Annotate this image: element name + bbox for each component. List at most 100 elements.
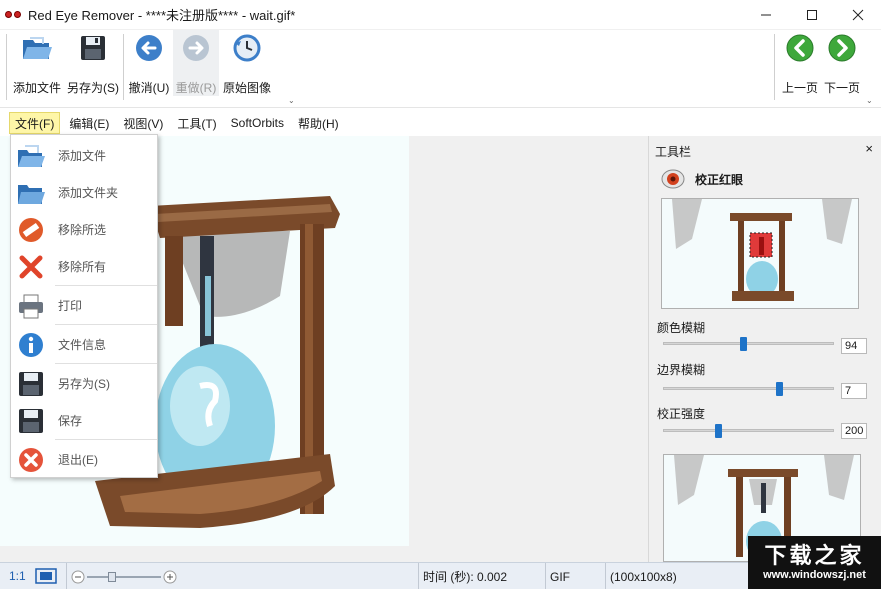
- menu-remove-selected-label: 移除所选: [58, 223, 107, 237]
- original-image-button[interactable]: 原始图像: [221, 30, 273, 96]
- redo-button[interactable]: 重做(R): [173, 30, 219, 96]
- zoom-control: [66, 563, 186, 589]
- menu-exit-label: 退出(E): [58, 453, 98, 467]
- arrow-left-icon: [784, 32, 816, 63]
- toolbar-grip-right[interactable]: ⌄: [866, 96, 873, 105]
- add-file-label: 添加文件: [12, 81, 61, 95]
- redo-icon: [180, 32, 212, 63]
- menu-remove-selected[interactable]: 移除所选: [11, 211, 157, 248]
- actual-size-button[interactable]: 1:1: [9, 569, 26, 583]
- tool-panel: 工具栏 × 校正红眼 颜色模糊 94 边界模糊 7 校正强度 200: [648, 136, 881, 562]
- zoom-slider[interactable]: [85, 570, 163, 584]
- menu-separator: [55, 285, 157, 286]
- save-as-label: 另存为(S): [67, 81, 119, 95]
- menu-edit[interactable]: 编辑(E): [64, 112, 114, 134]
- edge-blur-value[interactable]: 7: [841, 383, 867, 399]
- menu-separator: [55, 363, 157, 364]
- remove-selected-icon: [16, 215, 46, 245]
- next-page-label: 下一页: [823, 81, 860, 95]
- window-title: Red Eye Remover - ****未注册版**** - wait.gi…: [28, 8, 296, 23]
- save-as-icon: [16, 369, 46, 399]
- menu-add-folder[interactable]: 添加文件夹: [11, 174, 157, 211]
- menu-remove-all[interactable]: 移除所有: [11, 248, 157, 285]
- maximize-icon: [807, 10, 817, 20]
- close-button[interactable]: [835, 0, 881, 30]
- toolbar-grip[interactable]: ⌄: [288, 96, 295, 105]
- undo-icon: [133, 32, 165, 63]
- zoom-in-icon[interactable]: [163, 570, 177, 584]
- original-image-label: 原始图像: [222, 81, 271, 95]
- minimize-icon: [761, 14, 771, 16]
- menu-view[interactable]: 视图(V): [118, 112, 168, 134]
- app-eye-icon: [0, 0, 26, 30]
- prev-page-button[interactable]: 上一页: [779, 30, 821, 96]
- history-clock-icon: [231, 32, 263, 63]
- next-page-button[interactable]: 下一页: [821, 30, 863, 96]
- menu-file-info-label: 文件信息: [58, 338, 107, 352]
- color-blur-value[interactable]: 94: [841, 338, 867, 354]
- process-time: 时间 (秒): 0.002: [418, 563, 545, 589]
- menu-print[interactable]: 打印: [11, 287, 157, 324]
- preview-thumbnail: [661, 198, 859, 309]
- file-dropdown-menu: 添加文件 添加文件夹 移除所选 移除所有 打印 文件信息 另存为(S) 保存 退…: [10, 134, 158, 478]
- minimize-button[interactable]: [743, 0, 789, 30]
- menu-save[interactable]: 保存: [11, 402, 157, 439]
- menu-add-file[interactable]: 添加文件: [11, 137, 157, 174]
- menu-add-folder-label: 添加文件夹: [58, 186, 119, 200]
- info-icon: [16, 330, 46, 360]
- menu-file[interactable]: 文件(F): [9, 112, 61, 134]
- toolbar: 添加文件 另存为(S) 撤消(U) 重做(R) 原始图像 ⌄ 上一页 下一页 ⌄: [0, 30, 881, 108]
- menu-save-label: 保存: [58, 414, 83, 428]
- edge-blur-label: 边界模糊: [657, 363, 706, 377]
- zoom-slider-thumb[interactable]: [108, 571, 116, 582]
- save-icon: [16, 406, 46, 436]
- edge-blur-thumb[interactable]: [776, 382, 784, 396]
- remove-all-icon: [16, 252, 46, 282]
- watermark-url: www.windowszj.net: [763, 568, 866, 581]
- exit-icon: [16, 445, 46, 475]
- folder-icon: [16, 178, 46, 208]
- menu-save-as-label: 另存为(S): [58, 377, 110, 391]
- menu-help[interactable]: 帮助(H): [293, 112, 344, 134]
- correction-strength-thumb[interactable]: [714, 424, 722, 438]
- edge-blur-slider[interactable]: [663, 387, 834, 390]
- fit-window-icon: [35, 568, 57, 584]
- correction-strength-value[interactable]: 200: [841, 423, 867, 439]
- image-dimensions: (100x100x8): [605, 563, 745, 589]
- correction-strength-slider[interactable]: [663, 429, 834, 432]
- add-file-button[interactable]: 添加文件: [12, 30, 62, 96]
- color-blur-label: 颜色模糊: [657, 321, 706, 335]
- red-eye-icon: [661, 169, 685, 189]
- panel-title: 工具栏: [655, 145, 692, 159]
- site-watermark: 下载之家 www.windowszj.net: [748, 536, 881, 589]
- color-blur-thumb[interactable]: [740, 337, 748, 351]
- menu-add-file-label: 添加文件: [58, 149, 107, 163]
- save-as-button[interactable]: 另存为(S): [66, 30, 120, 96]
- correction-strength-label: 校正强度: [657, 407, 706, 421]
- prev-page-label: 上一页: [781, 81, 818, 95]
- menu-bar: 文件(F) 编辑(E) 视图(V) 工具(T) SoftOrbits 帮助(H): [0, 112, 881, 134]
- menu-exit[interactable]: 退出(E): [11, 441, 157, 478]
- menu-file-info[interactable]: 文件信息: [11, 326, 157, 363]
- menu-save-as[interactable]: 另存为(S): [11, 365, 157, 402]
- color-blur-slider[interactable]: [663, 342, 834, 345]
- undo-label: 撤消(U): [128, 81, 170, 95]
- redo-label: 重做(R): [175, 81, 217, 95]
- close-icon: [852, 9, 864, 21]
- menu-print-label: 打印: [58, 299, 83, 313]
- maximize-button[interactable]: [789, 0, 835, 30]
- menu-tools[interactable]: 工具(T): [172, 112, 221, 134]
- zoom-out-icon[interactable]: [71, 570, 85, 584]
- title-bar: Red Eye Remover - ****未注册版**** - wait.gi…: [0, 0, 881, 30]
- red-eye-tool-header[interactable]: 校正红眼: [661, 169, 743, 189]
- fit-to-window-button[interactable]: [35, 568, 57, 587]
- menu-remove-all-label: 移除所有: [58, 260, 107, 274]
- arrow-right-icon: [826, 32, 858, 63]
- open-folder-icon: [21, 32, 53, 63]
- panel-close-button[interactable]: ×: [865, 141, 873, 156]
- undo-button[interactable]: 撤消(U): [127, 30, 171, 96]
- image-format: GIF: [545, 563, 605, 589]
- open-file-icon: [16, 141, 46, 171]
- menu-softorbits[interactable]: SoftOrbits: [226, 112, 289, 134]
- printer-icon: [16, 291, 46, 321]
